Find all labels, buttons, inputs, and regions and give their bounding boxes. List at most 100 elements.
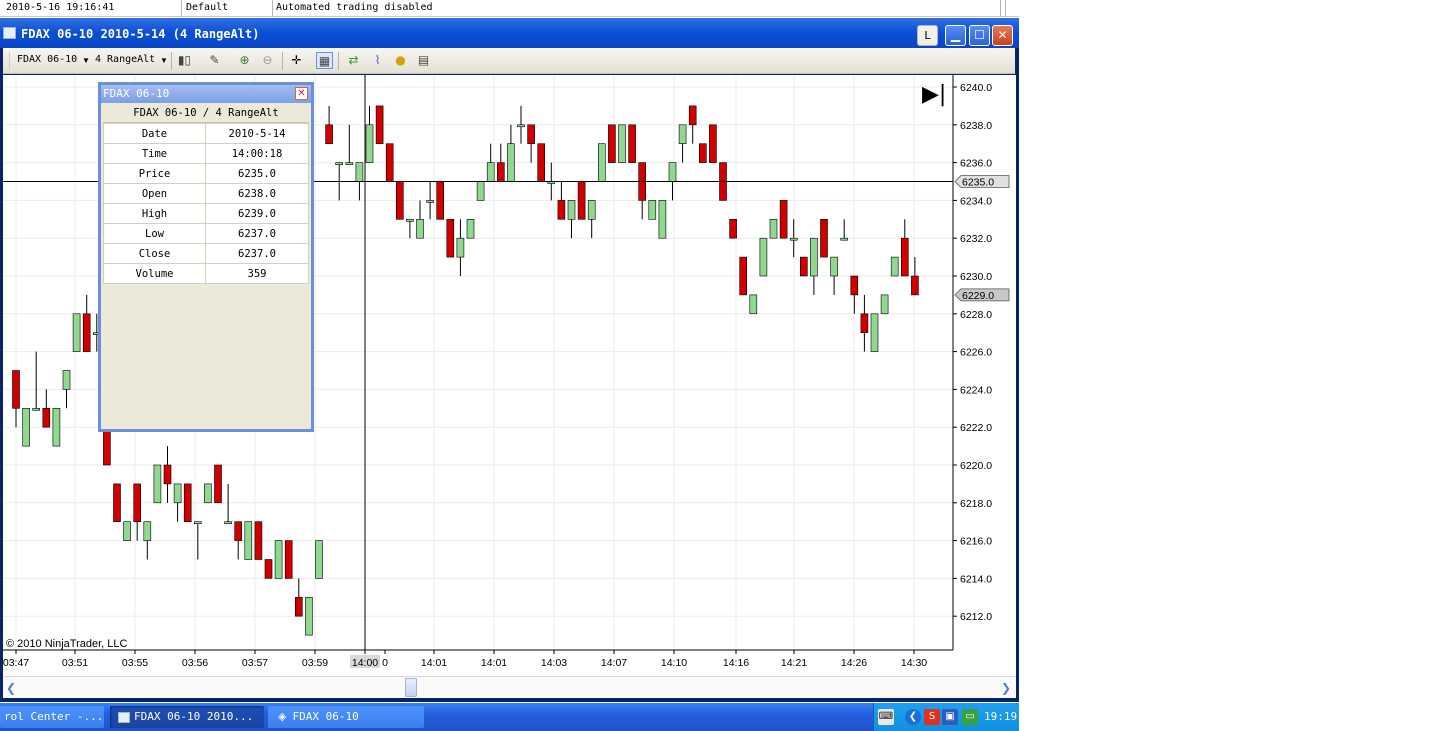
toolbar-grip <box>9 52 10 70</box>
candle-body <box>860 313 869 334</box>
input-method-icon[interactable]: S <box>924 709 940 725</box>
network-icon[interactable]: ▣ <box>942 709 958 725</box>
candle-body <box>365 124 374 163</box>
candle-body <box>375 105 384 144</box>
maximize-button[interactable]: ☐ <box>969 25 990 46</box>
candle-body <box>769 219 778 239</box>
candle-body <box>406 219 414 222</box>
volume-icon[interactable]: ▭ <box>962 709 978 725</box>
horizontal-scrollbar[interactable]: ❮ ❯ <box>3 676 1016 698</box>
x-tick-label: 03:51 <box>62 657 88 669</box>
x-tick-label: 14:26 <box>841 657 867 669</box>
y-tick-label: 6240.0 <box>960 82 992 94</box>
properties-icon[interactable]: ▤ <box>415 52 432 69</box>
toolbar-separator <box>282 52 283 70</box>
crosshair-price-label: 6235.0 <box>962 177 994 189</box>
x-tick-label: 14:00 <box>352 657 378 669</box>
coin-icon[interactable]: ● <box>392 52 409 69</box>
strategies-icon[interactable]: ⇄ <box>345 52 362 69</box>
candle-body <box>395 181 404 220</box>
data-box-panel[interactable]: FDAX 06-10 ✕ FDAX 06-10 / 4 RangeAlt Dat… <box>98 82 314 432</box>
x-tick-label: 14:01 <box>421 657 447 669</box>
chevron-down-icon[interactable]: ▼ <box>160 56 168 65</box>
row-label: Price <box>103 163 206 184</box>
candle-body <box>345 162 354 165</box>
candle-body <box>698 143 707 163</box>
candle-body <box>597 143 606 182</box>
zoom-in-icon[interactable]: ⊕ <box>236 52 253 69</box>
minimize-button[interactable]: ▁ <box>945 25 966 46</box>
instrument-selector[interactable]: FDAX 06-10 <box>17 54 77 65</box>
candle-body <box>133 483 141 522</box>
candle-body <box>496 162 505 182</box>
candle-body <box>830 256 838 277</box>
candle-body <box>739 256 748 296</box>
candle-body <box>890 256 899 277</box>
candle-body <box>476 181 485 201</box>
databox-diamond-icon: ◈ <box>278 710 287 723</box>
row-value: 359 <box>205 263 309 284</box>
data-box-title[interactable]: FDAX 06-10 <box>101 85 311 103</box>
candlestick-icon[interactable]: ▮▯ <box>176 52 193 69</box>
data-box-table: Date 2010-5-14 Time 14:00:18 Price 6235.0 O… <box>103 123 309 284</box>
table-row: Volume 359 <box>103 263 309 284</box>
copyright-text: © 2010 NinjaTrader, LLC <box>6 638 128 650</box>
scroll-to-end-icon[interactable]: ▶︎| <box>922 84 946 106</box>
row-value: 6238.0 <box>205 183 309 204</box>
taskbar-item-databox[interactable]: ◈ FDAX 06-10 <box>268 706 424 728</box>
y-tick-label: 6218.0 <box>960 498 992 510</box>
candle-body <box>143 521 152 541</box>
candle-body <box>315 540 323 579</box>
close-icon[interactable]: ✕ <box>295 87 308 100</box>
scrollbar-thumb[interactable] <box>405 678 417 697</box>
keyboard-icon[interactable]: ⌨ <box>878 709 894 725</box>
crosshair-icon[interactable]: ✛ <box>288 52 305 69</box>
indicators-icon[interactable]: ⌇ <box>369 52 386 69</box>
close-icon: ✕ <box>997 28 1008 42</box>
candle-body <box>850 275 859 296</box>
taskbar-item-chart[interactable]: FDAX 06-10 2010... <box>110 706 264 728</box>
candle-body <box>183 483 192 522</box>
candle-body <box>153 464 162 504</box>
table-row: Low 6237.0 <box>103 223 309 244</box>
candle-body <box>82 313 91 352</box>
candle-body <box>305 596 313 636</box>
right-arrow-icon[interactable]: ❯ <box>998 679 1014 697</box>
candle-body <box>103 426 111 466</box>
candle-body <box>22 407 30 447</box>
title-bar[interactable]: FDAX 06-10 2010-5-14 (4 RangeAlt) <box>0 18 1019 48</box>
candle-body <box>709 124 717 163</box>
candle-body <box>204 483 212 504</box>
y-tick-label: 6224.0 <box>960 384 992 396</box>
x-tick-label: 03:57 <box>242 657 268 669</box>
x-tick-label: 14:03 <box>541 657 567 669</box>
candle-body <box>537 143 546 182</box>
left-arrow-icon[interactable]: ❮ <box>3 679 19 697</box>
column-divider <box>1005 0 1006 17</box>
link-button[interactable]: L <box>917 25 938 46</box>
candle-body <box>274 540 283 579</box>
candle-body <box>729 219 737 239</box>
row-value: 14:00:18 <box>205 143 309 164</box>
row-label: Volume <box>103 263 206 284</box>
close-button[interactable]: ✕ <box>992 25 1013 46</box>
period-selector[interactable]: 4 RangeAlt <box>95 54 155 65</box>
pencil-icon[interactable]: ✎ <box>206 52 223 69</box>
candle-body <box>799 256 808 277</box>
row-value: 6237.0 <box>205 243 309 264</box>
candle-body <box>436 181 445 220</box>
candle-body <box>587 200 596 220</box>
data-box-header: FDAX 06-10 / 4 RangeAlt <box>103 103 309 123</box>
zoom-out-icon[interactable]: ⊖ <box>259 52 276 69</box>
candle-body <box>608 124 616 163</box>
candle-body <box>385 143 394 182</box>
taskbar-item-control-center[interactable]: rol Center -... <box>0 706 104 728</box>
databox-icon[interactable]: ▦ <box>316 52 333 69</box>
candle-body <box>779 200 788 239</box>
candle-body <box>264 559 273 579</box>
chevron-left-icon[interactable]: ❮ <box>905 709 921 725</box>
row-value: 6237.0 <box>205 223 309 244</box>
y-tick-label: 6230.0 <box>960 271 992 283</box>
log-row[interactable]: 2010-5-16 19:16:41 Default Automated tra… <box>0 0 1019 17</box>
chevron-down-icon[interactable]: ▼ <box>82 56 90 65</box>
